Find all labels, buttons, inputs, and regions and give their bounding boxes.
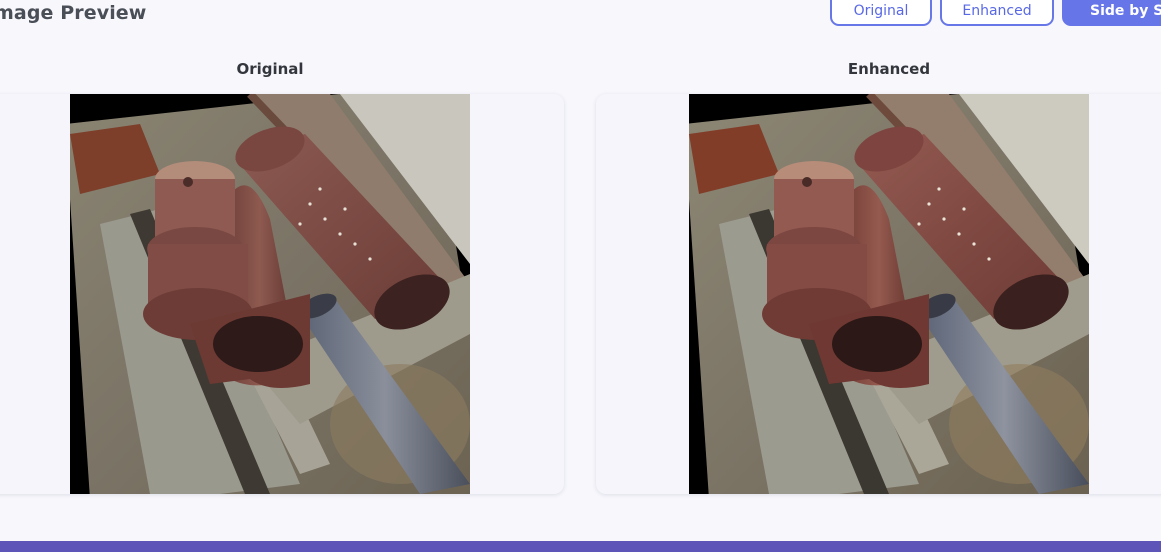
original-image bbox=[70, 94, 470, 494]
image-preview-page: mage Preview Original Enhanced Side by S… bbox=[0, 0, 1161, 552]
enhanced-image-card bbox=[596, 94, 1161, 494]
view-side-by-side-button[interactable]: Side by Side bbox=[1062, 0, 1161, 26]
original-image-card bbox=[0, 94, 564, 494]
page-title: mage Preview bbox=[0, 2, 147, 24]
footer-bar bbox=[0, 541, 1161, 552]
original-panel-label: Original bbox=[236, 60, 304, 78]
enhanced-image bbox=[689, 94, 1089, 494]
view-original-button[interactable]: Original bbox=[830, 0, 932, 26]
view-enhanced-button[interactable]: Enhanced bbox=[940, 0, 1054, 26]
enhanced-panel-label: Enhanced bbox=[847, 60, 931, 78]
